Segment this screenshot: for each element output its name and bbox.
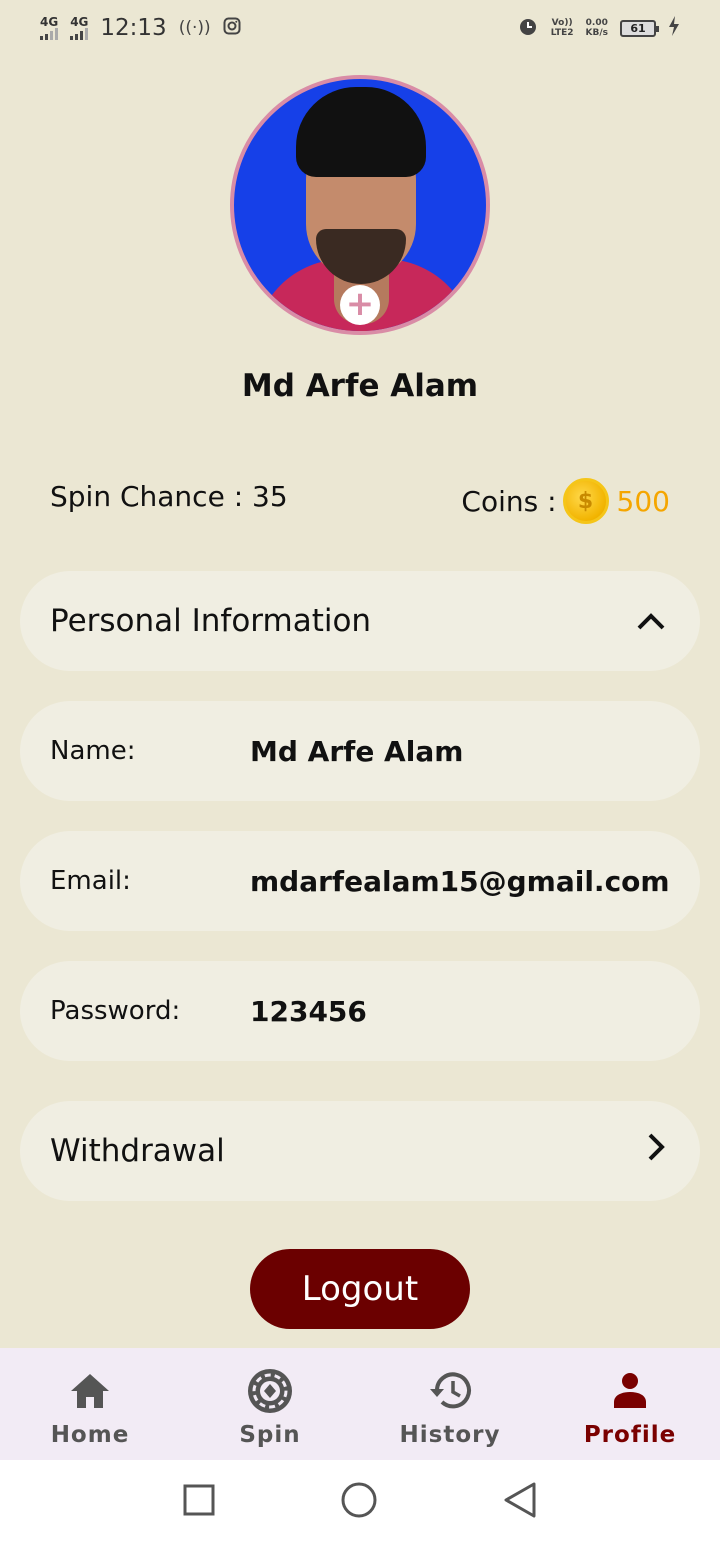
- add-photo-button[interactable]: +: [340, 285, 380, 325]
- network-indicator-2: 4G: [70, 16, 88, 40]
- system-navigation-bar: [0, 1460, 720, 1544]
- nav-item-history[interactable]: History: [360, 1348, 540, 1460]
- chevron-right-icon: [646, 1132, 666, 1170]
- email-field: Email: mdarfealam15@gmail.com: [20, 831, 700, 931]
- withdrawal-title: Withdrawal: [50, 1133, 225, 1169]
- profile-name: Md Arfe Alam: [241, 368, 479, 404]
- nav-item-profile[interactable]: Profile: [540, 1348, 720, 1460]
- network-indicator-1: 4G: [40, 16, 58, 40]
- home-system-icon[interactable]: [341, 1482, 377, 1522]
- plus-icon: +: [345, 284, 375, 324]
- volte-indicator: Vo)) LTE2: [550, 18, 574, 38]
- name-field: Name: Md Arfe Alam: [20, 701, 700, 801]
- spin-wheel-icon: [246, 1368, 294, 1414]
- spin-chance: Spin Chance : 35: [50, 480, 288, 513]
- network-speed: 0.00 KB/s: [585, 18, 608, 38]
- stats-row: Spin Chance : 35 Coins : $ 500: [50, 478, 670, 528]
- personal-information-toggle[interactable]: Personal Information: [20, 571, 700, 671]
- password-field: Password: 123456: [20, 961, 700, 1061]
- charging-icon: [668, 16, 680, 40]
- withdrawal-button[interactable]: Withdrawal: [20, 1101, 700, 1201]
- bottom-navigation: Home Spin History Profile: [0, 1348, 720, 1460]
- coins-value: 500: [616, 484, 670, 518]
- spin-chance-value: 35: [252, 480, 288, 513]
- email-value: mdarfealam15@gmail.com: [250, 864, 670, 898]
- coin-icon: $: [562, 478, 609, 524]
- nav-item-spin[interactable]: Spin: [180, 1348, 360, 1460]
- home-icon: [69, 1368, 111, 1414]
- chevron-up-icon: [636, 604, 666, 639]
- back-icon[interactable]: [503, 1481, 537, 1523]
- status-bar: 4G 4G 12:13 ((·)) Vo)) LTE2 0.00 KB/s 61: [0, 0, 720, 56]
- password-value: 123456: [250, 994, 367, 1028]
- hotspot-icon: ((·)): [178, 18, 211, 38]
- name-value: Md Arfe Alam: [250, 734, 464, 768]
- clock: 12:13: [100, 15, 167, 41]
- battery-indicator: 61: [620, 19, 659, 37]
- logout-button[interactable]: Logout: [250, 1249, 470, 1329]
- recent-apps-icon[interactable]: [183, 1484, 215, 1520]
- instagram-icon: [223, 17, 241, 40]
- history-icon: [427, 1368, 473, 1414]
- personal-information-title: Personal Information: [50, 603, 372, 639]
- alarm-icon: [517, 15, 539, 41]
- person-icon: [612, 1368, 648, 1414]
- coins-balance: Coins : $ 500: [461, 478, 670, 524]
- nav-item-home[interactable]: Home: [0, 1348, 180, 1460]
